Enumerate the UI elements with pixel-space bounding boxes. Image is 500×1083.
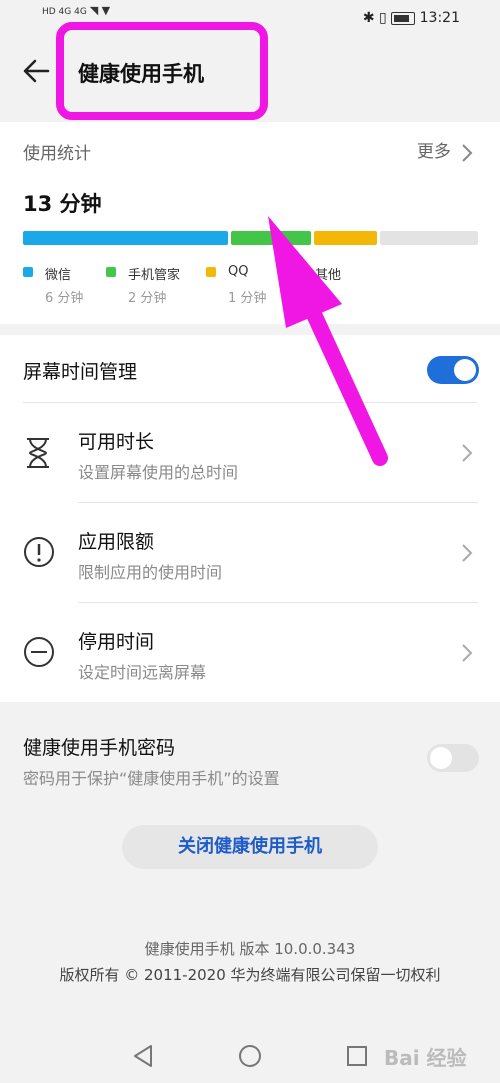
nav-recents-icon[interactable] (346, 1045, 368, 1067)
legend-name: 微信 (45, 268, 72, 283)
chevron-right-icon (462, 143, 473, 162)
toggle-knob (454, 359, 476, 381)
annotation-arrow-icon (268, 216, 388, 466)
row-subtitle: 设置屏幕使用的总时间 (78, 463, 239, 482)
password-subtitle: 密码用于保护“健康使用手机”的设置 (23, 769, 280, 788)
version-text: 健康使用手机 版本 10.0.0.343 (144, 940, 356, 958)
chevron-right-icon (462, 544, 473, 562)
legend-dot (23, 267, 33, 277)
legend-value: 2 分钟 (128, 291, 167, 306)
legend-dot (206, 267, 216, 277)
legend-dot (106, 267, 116, 277)
usage-section-label: 使用统计 (23, 144, 91, 164)
toggle-knob (430, 747, 452, 769)
row-title: 应用限额 (78, 531, 155, 553)
password-toggle[interactable] (427, 744, 479, 772)
copyright-text: 版权所有 © 2011-2020 华为终端有限公司保留一切权利 (59, 966, 441, 984)
exclamation-circle-icon (24, 537, 54, 567)
screen-time-toggle[interactable] (427, 356, 479, 384)
hourglass-icon (27, 438, 49, 468)
chevron-right-icon (462, 644, 473, 662)
row-subtitle: 限制应用的使用时间 (78, 563, 223, 582)
battery-icon (391, 11, 416, 25)
row-subtitle: 设定时间远离屏幕 (78, 663, 207, 682)
more-label: 更多 (416, 142, 451, 162)
highlight-box (56, 22, 268, 120)
chevron-right-icon (462, 444, 473, 462)
legend-name: 手机管家 (128, 268, 181, 283)
minus-circle-icon (24, 637, 54, 667)
total-usage: 13 分钟 (23, 192, 102, 216)
signal-indicators: HD 4G 4G ◥ ▼ (42, 4, 111, 17)
watermark: Bai 经验 (384, 1046, 467, 1070)
legend-name: QQ (228, 264, 249, 279)
app-limits-row[interactable]: 应用限额 限制应用的使用时间 (0, 503, 500, 602)
vibrate-icon: ▯ (379, 10, 387, 26)
clock: 13:21 (419, 10, 460, 26)
nav-home-icon[interactable] (238, 1044, 262, 1068)
bluetooth-icon: ✱ (362, 10, 375, 26)
system-nav-bar: Bai 经验 (0, 1030, 500, 1083)
downtime-row[interactable]: 停用时间 设定时间远离屏幕 (0, 603, 500, 702)
close-health-button[interactable]: 关闭健康使用手机 (122, 825, 378, 869)
password-title: 健康使用手机密码 (23, 737, 176, 759)
row-title: 停用时间 (78, 631, 155, 653)
network-label: HD 4G 4G (42, 7, 87, 17)
wifi-icon: ◥ ▼ (89, 4, 111, 17)
screen-time-label: 屏幕时间管理 (23, 361, 138, 383)
row-title: 可用时长 (78, 431, 155, 453)
status-right: ✱ ▯ 13:21 (363, 10, 460, 26)
legend-value: 6 分钟 (45, 291, 84, 306)
usage-bar-segment-wechat (23, 231, 228, 245)
password-section: 健康使用手机密码 密码用于保护“健康使用手机”的设置 (0, 713, 500, 803)
more-link[interactable]: 更多 (417, 137, 474, 163)
back-arrow-icon[interactable] (22, 58, 50, 84)
nav-back-icon[interactable] (132, 1044, 154, 1068)
